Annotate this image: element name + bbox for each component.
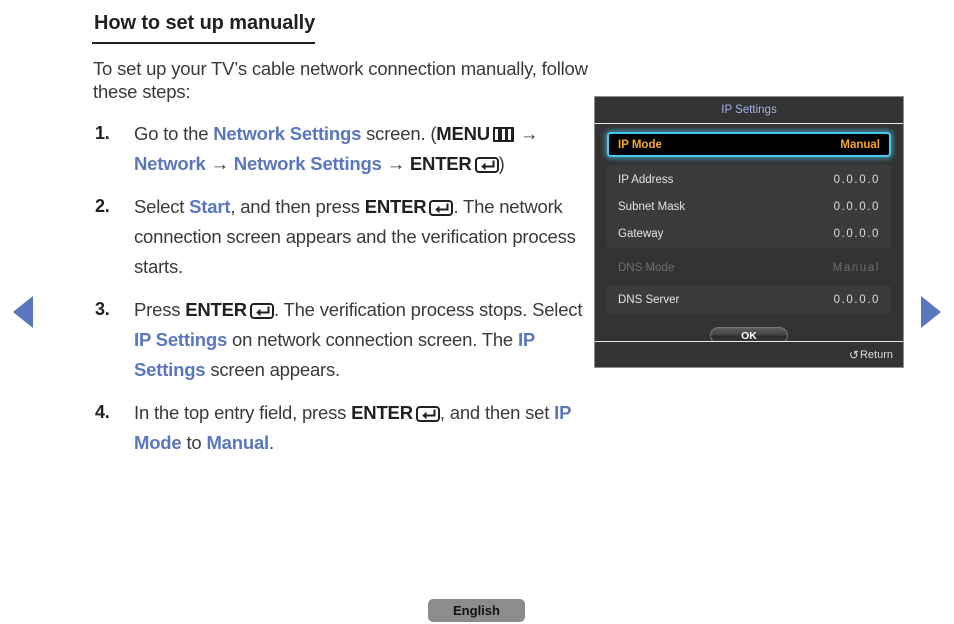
steps-list: 1. Go to the Network Settings screen. (ME… [92,119,592,458]
step-text-segment: Manual [206,431,269,453]
enter-key-icon [429,200,454,217]
page-title-wrap: How to set up manually [92,12,592,44]
step-text-segment: , and then press [230,196,365,218]
step-item: 1. Go to the Network Settings screen. (ME… [92,119,592,179]
tv-row-dns-server-value: 0.0.0.0 [833,293,880,306]
step-number: 2. [95,196,110,217]
tv-row-ip-address-value: 0.0.0.0 [833,173,880,186]
tv-return-control[interactable]: ↺ Return [849,349,893,361]
menu-key-icon [492,127,514,143]
enter-key-icon [415,406,440,422]
step-text-segment: ENTER [409,153,472,175]
step-text-segment: → [205,153,234,175]
tv-row-ip-mode-label: IP Mode [618,138,662,151]
tv-ip-settings-panel: IP Settings IP Mode Manual IP Address 0.… [594,96,904,368]
step-text-segment: Select [134,196,190,218]
step-item: 2. Select Start, and then press ENTER. Th… [92,192,592,282]
tv-row-subnet-mask[interactable]: Subnet Mask 0.0.0.0 [607,193,891,220]
step-number: 3. [95,299,110,320]
tv-dns-server-group: DNS Server 0.0.0.0 [607,285,891,314]
tv-panel-footer: ↺ Return [595,341,903,367]
step-text-segment: screen appears. [205,359,340,381]
language-badge: English [428,599,525,622]
step-text-segment: ) [498,153,505,175]
step-text-segment: Network Settings [213,123,362,145]
tv-row-gateway-value: 0.0.0.0 [833,227,880,240]
tv-row-ip-address[interactable]: IP Address 0.0.0.0 [607,166,891,193]
step-text-segment: Press [134,299,186,321]
tv-panel-body: IP Mode Manual IP Address 0.0.0.0 Subnet… [595,124,903,344]
tv-row-ip-address-label: IP Address [618,173,674,186]
step-text-segment: . The verification process stops. Select [273,299,583,321]
step-text-segment: to [181,431,207,453]
tv-row-subnet-mask-label: Subnet Mask [618,200,686,213]
tv-row-dns-mode: DNS Mode Manual [607,254,891,281]
tv-panel-title: IP Settings [595,97,903,124]
step-text: Press ENTER . The verification process st… [134,295,592,385]
tv-return-label: Return [859,348,893,361]
step-text-segment: Go to the [134,123,214,145]
tv-row-dns-mode-label: DNS Mode [618,261,675,274]
step-text-segment: , and then set [439,402,555,423]
step-text-segment: Network Settings [233,153,382,175]
step-text-segment: . [268,431,274,453]
step-text-segment: In the top entry field, press [134,402,352,423]
content-column: How to set up manually To set up your TV… [92,12,592,471]
step-text: In the top entry field, press ENTER , and… [134,398,592,458]
enter-key-icon [249,303,274,320]
step-text-segment: → [514,123,539,145]
step-text-segment: Network [134,153,206,175]
tv-address-group: IP Address 0.0.0.0 Subnet Mask 0.0.0.0 G… [607,165,891,248]
step-item: 3. Press ENTER . The verification process … [92,295,592,385]
step-number: 4. [95,402,110,422]
tv-row-ip-mode[interactable]: IP Mode Manual [607,132,891,157]
tv-row-dns-mode-value: Manual [832,261,880,274]
step-item: 4. In the top entry field, press ENTER , a… [92,398,592,458]
tv-row-gateway[interactable]: Gateway 0.0.0.0 [607,220,891,247]
enter-key-icon [474,157,499,174]
page-title: How to set up manually [92,12,315,44]
tv-row-dns-server-label: DNS Server [618,293,680,306]
step-text-segment: ENTER [185,299,247,321]
intro-paragraph: To set up your TV’s cable network connec… [93,58,588,103]
step-number: 1. [95,123,110,144]
step-text-segment: ENTER [351,402,413,423]
tv-dns-mode-wrap: DNS Mode Manual [607,254,891,281]
step-text-segment: MENU [436,123,490,145]
step-text: Go to the Network Settings screen. (MENU… [134,119,592,179]
step-text: Select Start, and then press ENTER. The … [134,192,592,282]
return-arrow-icon: ↺ [848,347,859,362]
step-text-segment: IP Settings [134,329,228,351]
step-text-segment: on network connection screen. The [227,329,518,351]
prev-page-arrow-icon[interactable] [13,296,33,328]
tv-row-subnet-mask-value: 0.0.0.0 [833,200,880,213]
step-text-segment: → [381,153,410,175]
step-text-segment: Start [189,196,231,218]
tv-row-gateway-label: Gateway [618,227,664,240]
next-page-arrow-icon[interactable] [921,296,941,328]
step-text-segment: ENTER [364,196,427,218]
tv-row-ip-mode-value: Manual [840,138,880,151]
step-text-segment: screen. ( [361,123,437,145]
tv-row-dns-server[interactable]: DNS Server 0.0.0.0 [607,286,891,313]
